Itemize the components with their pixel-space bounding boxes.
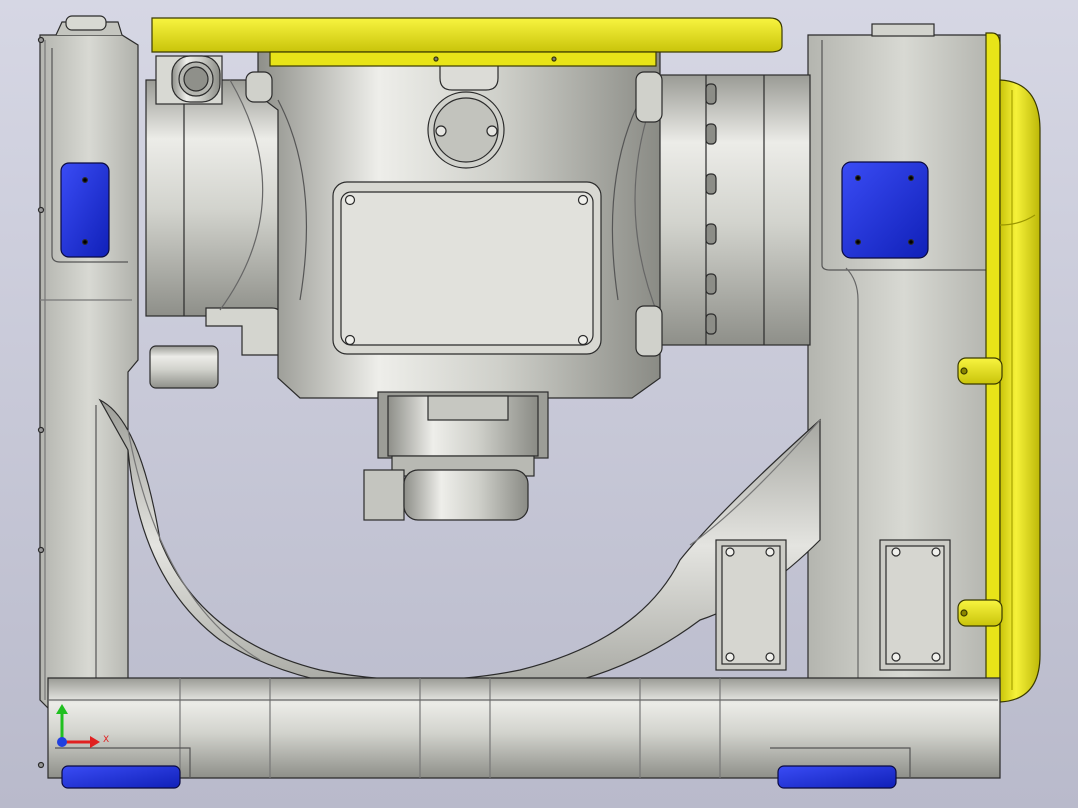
cad-graphics-viewport[interactable]: X [0,0,1078,808]
robot-wrist-model[interactable] [0,0,1078,808]
bottom-motor [363,391,549,521]
left-housing [37,15,139,769]
central-hub [219,49,663,399]
bottom-right-blue-pad [777,765,897,789]
right-blue-cover [841,161,929,259]
bottom-left-blue-pad [61,765,181,789]
triad-x-label: X [103,735,110,745]
